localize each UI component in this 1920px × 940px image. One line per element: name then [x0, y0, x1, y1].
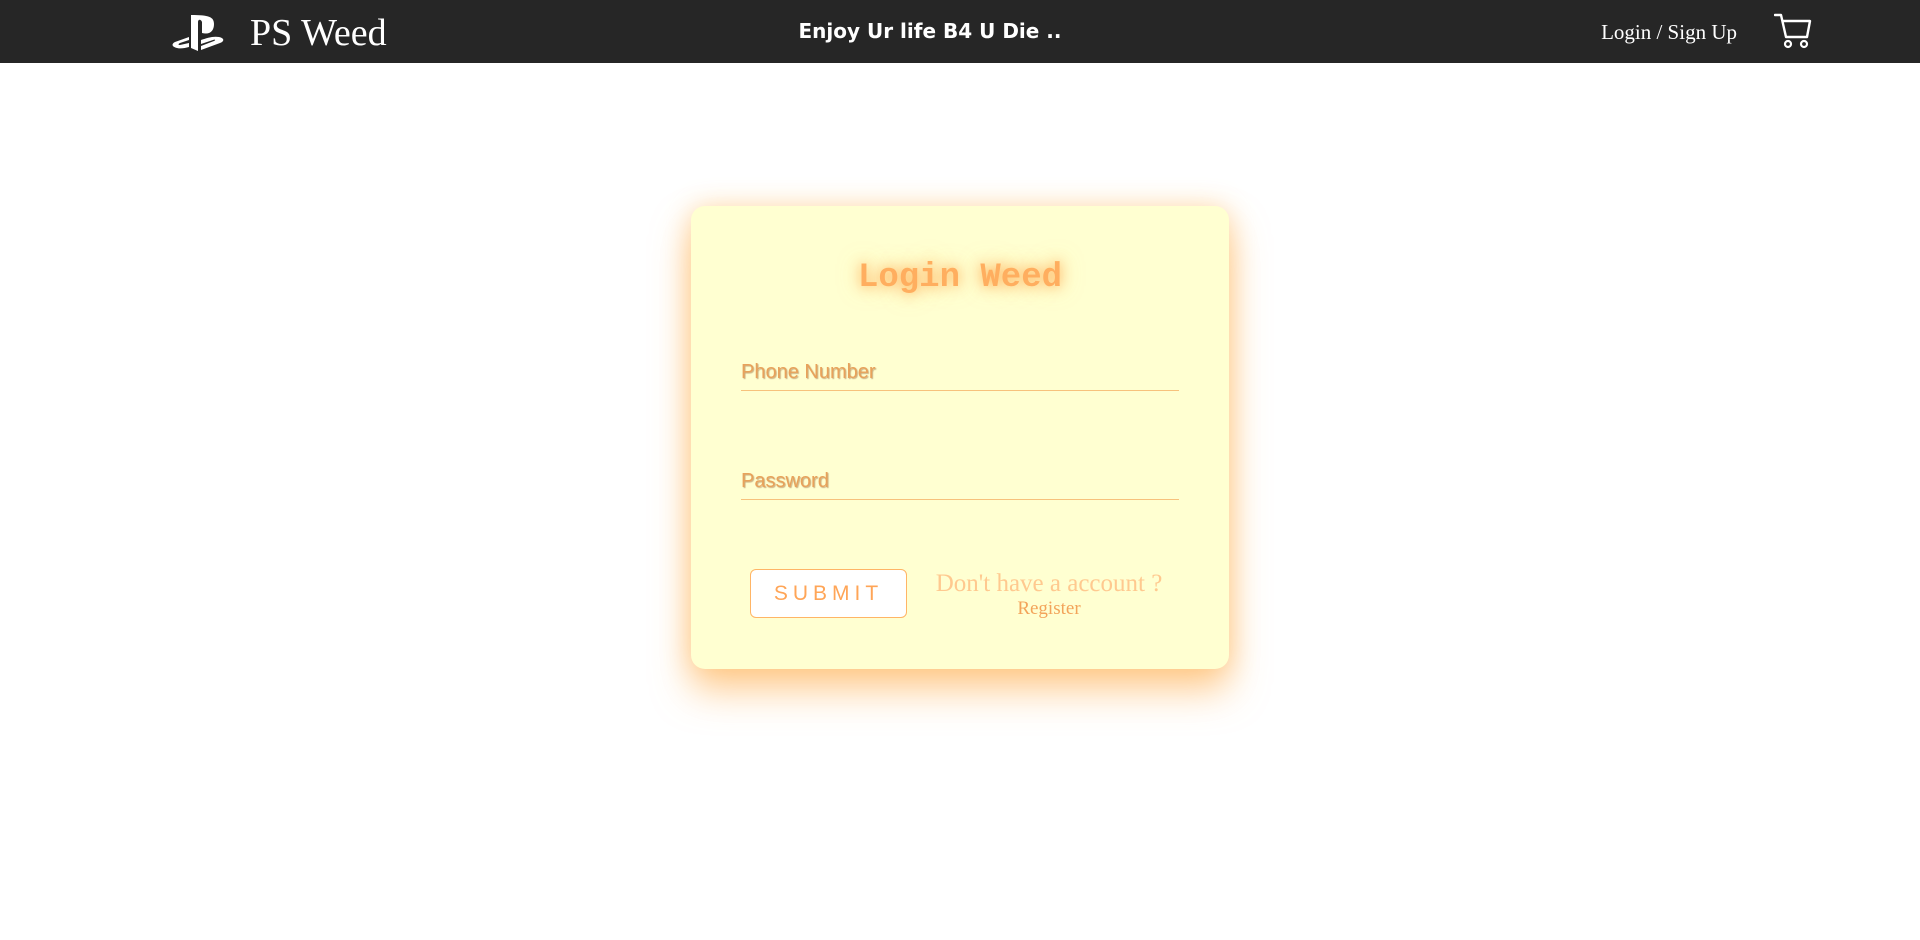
login-card: Login Weed SUBMIT Don't have a account ?… [691, 206, 1229, 669]
login-title: Login Weed [857, 259, 1063, 297]
register-prompt: Don't have a account ? Register [929, 569, 1169, 619]
tagline: Enjoy Ur life B4 U Die .. [798, 19, 1062, 43]
shopping-cart-icon[interactable] [1774, 12, 1812, 50]
account-prompt-text: Don't have a account ? [935, 570, 1163, 597]
phone-number-input[interactable] [741, 354, 1179, 391]
submit-button[interactable]: SUBMIT [750, 569, 907, 618]
top-navigation-bar: PS Weed Enjoy Ur life B4 U Die .. Login … [0, 0, 1920, 63]
password-input[interactable] [741, 463, 1179, 500]
register-link[interactable]: Register [1017, 599, 1080, 619]
login-signup-link[interactable]: Login / Sign Up [1601, 19, 1737, 45]
